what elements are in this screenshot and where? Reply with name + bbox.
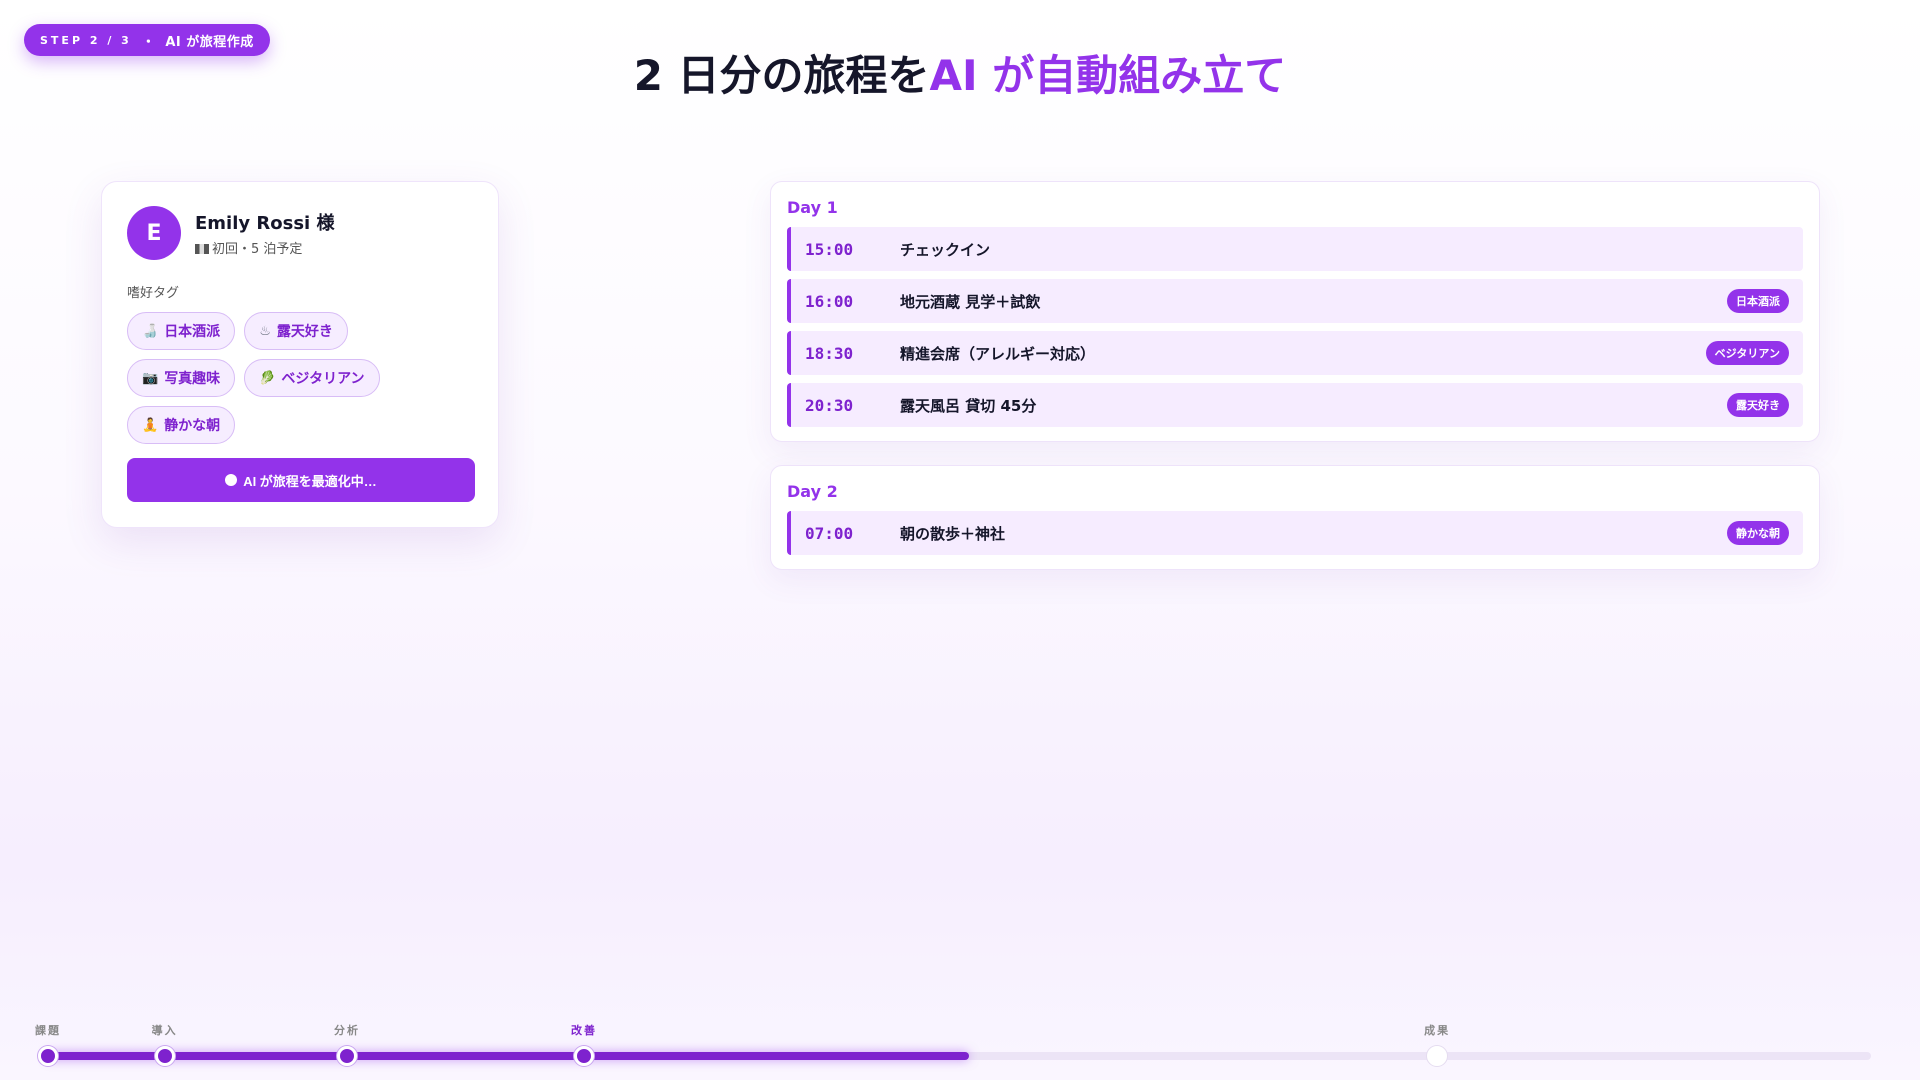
sake-bottle-icon: 🍶 bbox=[142, 323, 159, 339]
timeline-progress-fill bbox=[48, 1052, 969, 1060]
timeline-node-label: 導入 bbox=[151, 1024, 178, 1037]
day-title: Day 1 bbox=[787, 198, 838, 217]
event-time: 16:00 bbox=[805, 291, 854, 311]
camera-icon: 📷 bbox=[142, 370, 159, 386]
hot-spring-icon: ♨ bbox=[259, 323, 271, 339]
timeline-node-label: 課題 bbox=[35, 1024, 61, 1037]
timeline-node-label: 成果 bbox=[1424, 1024, 1451, 1037]
page-title: 2 日分の旅程をAI が自動組み立て bbox=[0, 42, 1920, 103]
event-time: 18:30 bbox=[805, 343, 854, 363]
event-preference-badge: 露天好き bbox=[1727, 393, 1789, 417]
timeline-node-label: 分析 bbox=[333, 1024, 360, 1037]
timeline-node[interactable] bbox=[38, 1046, 58, 1066]
timeline-node[interactable] bbox=[336, 1046, 357, 1066]
tags-label: 嗜好タグ bbox=[127, 286, 180, 301]
guest-header: E Emily Rossi 様 初回・5 泊予定 bbox=[127, 206, 473, 260]
page-title-main: 2 日分の旅程を bbox=[633, 51, 930, 100]
event-title: 朝の散歩＋神社 bbox=[900, 524, 1006, 543]
preference-tag-label: ベジタリアン bbox=[281, 371, 365, 387]
ai-optimize-label: AI が旅程を最適化中… bbox=[243, 473, 377, 489]
preference-tag-label: 日本酒派 bbox=[164, 324, 221, 340]
event-preference-badge: 日本酒派 bbox=[1727, 289, 1789, 313]
event-time: 07:00 bbox=[805, 523, 854, 543]
guest-subtitle: 初回・5 泊予定 bbox=[195, 238, 334, 257]
guest-subtitle-text: 初回・5 泊予定 bbox=[212, 242, 303, 257]
avatar: E bbox=[127, 206, 181, 260]
timeline-node[interactable] bbox=[573, 1046, 594, 1066]
timeline-node[interactable] bbox=[1427, 1046, 1448, 1066]
day-card: Day 2 07:00 朝の散歩＋神社 静かな朝 bbox=[770, 465, 1820, 570]
event-preference-badge: ベジタリアン bbox=[1705, 341, 1789, 365]
itinerary-event[interactable]: 16:00 地元酒蔵 見学＋試飲 日本酒派 bbox=[787, 279, 1803, 323]
timeline-node[interactable] bbox=[154, 1046, 175, 1066]
day-title: Day 2 bbox=[787, 482, 838, 501]
itinerary-event[interactable]: 20:30 露天風呂 貸切 45分 露天好き bbox=[787, 383, 1803, 427]
event-title: 精進会席（アレルギー対応） bbox=[900, 344, 1096, 363]
timeline-node-label: 改善 bbox=[570, 1024, 597, 1037]
guest-profile-card: E Emily Rossi 様 初回・5 泊予定 嗜好タグ 🍶 日本酒派 ♨ 露天好き… bbox=[101, 181, 499, 528]
itinerary-event[interactable]: 15:00 チェックイン bbox=[787, 227, 1803, 271]
leaf-icon: 🥬 bbox=[259, 370, 276, 386]
event-time: 20:30 bbox=[805, 395, 854, 415]
page-title-accent: AI が自動組み立て bbox=[929, 51, 1287, 100]
event-preference-badge: 静かな朝 bbox=[1727, 521, 1789, 545]
ai-optimize-button[interactable]: AI が旅程を最適化中… bbox=[127, 458, 475, 502]
itinerary-event[interactable]: 18:30 精進会席（アレルギー対応） ベジタリアン bbox=[787, 331, 1803, 375]
flag-icon bbox=[195, 244, 209, 254]
day-card: Day 1 15:00 チェックイン 16:00 地元酒蔵 見学＋試飲 日本酒派 18:30… bbox=[770, 181, 1820, 442]
preference-tag[interactable]: ♨ 露天好き bbox=[244, 312, 348, 350]
itinerary-event[interactable]: 07:00 朝の散歩＋神社 静かな朝 bbox=[787, 511, 1803, 555]
event-title: 地元酒蔵 見学＋試飲 bbox=[900, 292, 1041, 311]
preference-tag-label: 露天好き bbox=[276, 324, 333, 340]
status-dot-icon bbox=[225, 474, 238, 486]
guest-name: Emily Rossi 様 bbox=[195, 213, 335, 234]
preference-tag-label: 写真趣味 bbox=[164, 371, 221, 387]
preference-tag[interactable]: 🥬 ベジタリアン bbox=[244, 359, 380, 397]
meditation-icon: 🧘 bbox=[142, 417, 159, 433]
preference-tag[interactable]: 📷 写真趣味 bbox=[127, 359, 236, 397]
preference-tag[interactable]: 🍶 日本酒派 bbox=[127, 312, 236, 350]
event-time: 15:00 bbox=[805, 239, 854, 259]
event-title: チェックイン bbox=[900, 240, 991, 259]
preference-tag[interactable]: 🧘 静かな朝 bbox=[127, 406, 236, 444]
event-title: 露天風呂 貸切 45分 bbox=[900, 396, 1037, 415]
progress-timeline: 課題 導入 分析 改善 成果 bbox=[0, 1015, 1920, 1075]
preference-tag-label: 静かな朝 bbox=[164, 418, 221, 434]
preference-tags: 🍶 日本酒派 ♨ 露天好き 📷 写真趣味 🥬 ベジタリアン 🧘 静かな朝 bbox=[127, 312, 427, 444]
